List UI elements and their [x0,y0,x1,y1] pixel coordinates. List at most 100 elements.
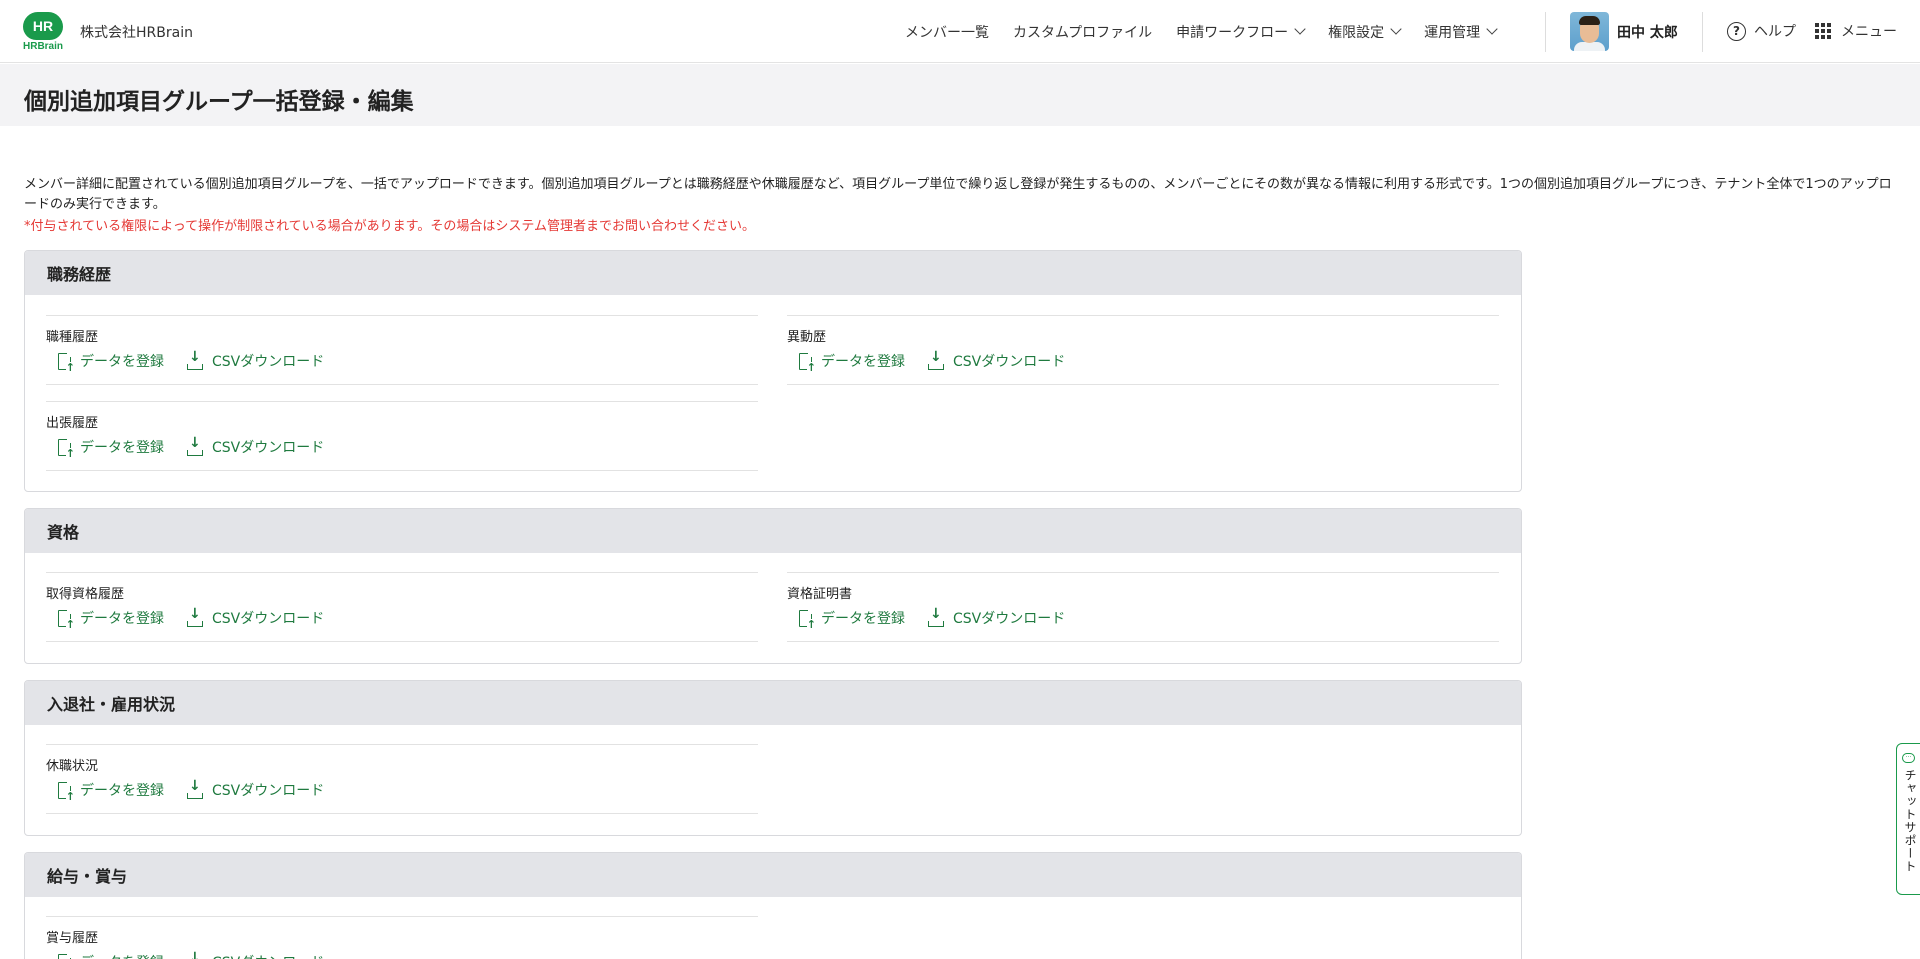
file-upload-icon [58,608,75,630]
register-label: データを登録 [80,611,164,627]
user-name[interactable]: 田中 太郎 [1617,22,1678,42]
download-label: CSVダウンロード [953,611,1066,627]
download-icon: ↓ [187,350,203,370]
register-data-button[interactable]: データを登録 [799,351,905,373]
csv-download-button[interactable]: ↓ CSVダウンロード [187,607,325,628]
item-label: 出張履歴 [46,416,99,431]
nav-label: カスタムプロファイル [1013,24,1153,41]
download-icon: ↓ [187,779,203,799]
help-label: ヘルプ [1754,24,1796,40]
logo-badge: HR [23,12,63,40]
avatar-body [1574,42,1605,51]
company-name: 株式会社HRBrain [80,25,193,41]
page-title-bar: 個別追加項目グループ一括登録・編集 [0,64,1920,126]
register-label: データを登録 [80,783,164,799]
register-label: データを登録 [80,440,164,456]
list-item: 資格証明書 データを登録 ↓ CSVダウンロード [787,572,1499,642]
permission-notice: *付与されている権限によって操作が制限されている場合があります。その場合はシステ… [24,219,755,234]
download-label: CSVダウンロード [212,354,325,370]
register-data-button[interactable]: データを登録 [58,437,164,459]
page-description: メンバー詳細に配置されている個別追加項目グループを、一括でアップロードできます。… [24,177,1892,212]
item-label: 休職状況 [46,759,99,774]
item-label: 取得資格履歴 [46,587,125,602]
section-card-job-history: 職務経歴 職種履歴 データを登録 ↓ CSVダウンロード 異動歴 データを登録 ↓… [24,250,1522,492]
download-label: CSVダウンロード [953,354,1066,370]
grid-menu-icon [1815,23,1831,39]
nav-label: 申請ワークフロー [1176,24,1289,41]
csv-download-button[interactable]: ↓ CSVダウンロード [928,607,1066,628]
register-label: データを登録 [80,354,164,370]
global-header: HR HRBrain 株式会社HRBrain メンバー一覧 カスタムプロファイル… [0,0,1920,63]
csv-download-button[interactable]: ↓ CSVダウンロード [187,949,324,959]
file-upload-icon [58,351,75,373]
register-data-button[interactable]: データを登録 [799,608,905,630]
avatar-hair [1579,16,1600,25]
item-label: 賞与履歴 [46,931,99,946]
csv-download-button[interactable]: ↓ CSVダウンロード [928,350,1066,371]
nav-label: メンバー一覧 [905,24,989,41]
file-upload-icon [58,952,72,959]
download-label: CSVダウンロード [212,440,325,456]
register-label: データを登録 [821,354,905,370]
download-icon: ↓ [189,949,201,959]
section-card-employment-status: 入退社・雇用状況 休職状況 データを登録 ↓ CSVダウンロード [24,680,1522,836]
csv-download-button[interactable]: ↓ CSVダウンロード [187,779,325,800]
list-item: 休職状況 データを登録 ↓ CSVダウンロード [46,744,758,814]
item-label: 資格証明書 [787,587,853,602]
file-upload-icon [58,437,75,459]
header-divider [1545,12,1546,52]
global-nav: メンバー一覧 カスタムプロファイル 申請ワークフロー 権限設定 運用管理 [905,0,1520,63]
register-label: データを登録 [821,611,905,627]
download-icon: ↓ [187,607,203,627]
file-upload-icon [799,608,816,630]
chevron-down-icon [1486,23,1498,35]
nav-member-list[interactable]: メンバー一覧 [905,22,989,42]
csv-download-button[interactable]: ↓ CSVダウンロード [187,350,325,371]
register-data-button[interactable]: データを登録 [58,608,164,630]
register-data-button[interactable]: データを登録 [58,780,164,802]
item-label: 職種履歴 [46,330,99,345]
download-label: CSVダウンロード [212,952,324,959]
download-icon: ↓ [187,436,203,456]
nav-label: 権限設定 [1328,24,1385,41]
help-icon: ? [1727,21,1746,41]
list-item: 出張履歴 データを登録 ↓ CSVダウンロード [46,401,758,471]
register-data-button[interactable]: データを登録 [58,952,164,959]
section-title: 入退社・雇用状況 [25,681,1521,725]
item-label: 異動歴 [787,330,827,345]
list-item: 異動歴 データを登録 ↓ CSVダウンロード [787,315,1499,385]
list-item: 職種履歴 データを登録 ↓ CSVダウンロード [46,315,758,385]
register-data-button[interactable]: データを登録 [58,351,164,373]
section-title: 職務経歴 [25,251,1521,295]
section-title: 給与・賞与 [25,853,1521,897]
help-button[interactable]: ? ヘルプ [1727,21,1796,41]
page-title: 個別追加項目グループ一括登録・編集 [24,89,414,115]
download-icon: ↓ [928,607,944,627]
header-divider [1702,12,1703,52]
logo-text: HRBrain [23,41,64,52]
chevron-down-icon [1294,23,1306,35]
chat-bubble-icon: ··· [1902,753,1915,763]
section-card-qualifications: 資格 取得資格履歴 データを登録 ↓ CSVダウンロード 資格証明書 データを登録… [24,508,1522,664]
menu-button[interactable]: メニュー [1815,21,1897,41]
file-upload-icon [799,351,816,373]
csv-download-button[interactable]: ↓ CSVダウンロード [187,436,325,457]
nav-permissions[interactable]: 権限設定 [1328,22,1402,42]
register-label: データを登録 [80,952,164,959]
nav-workflow[interactable]: 申請ワークフロー [1176,22,1306,42]
section-card-salary-bonus: 給与・賞与 賞与履歴 データを登録 ↓ CSVダウンロード [24,852,1522,959]
list-item: 取得資格履歴 データを登録 ↓ CSVダウンロード [46,572,758,642]
nav-label: 運用管理 [1424,24,1481,41]
nav-operations[interactable]: 運用管理 [1424,22,1498,42]
avatar[interactable] [1570,12,1609,51]
nav-custom-profile[interactable]: カスタムプロファイル [1013,22,1152,42]
download-label: CSVダウンロード [212,611,325,627]
section-title: 資格 [25,509,1521,553]
list-item: 賞与履歴 データを登録 ↓ CSVダウンロード [46,916,758,959]
menu-label: メニュー [1841,24,1897,40]
chevron-down-icon [1390,23,1402,35]
chat-support-tab[interactable]: ··· チャットサポート [1896,743,1920,895]
download-icon: ↓ [928,350,944,370]
hrbrain-logo[interactable]: HR HRBrain [23,12,63,52]
download-label: CSVダウンロード [212,783,325,799]
